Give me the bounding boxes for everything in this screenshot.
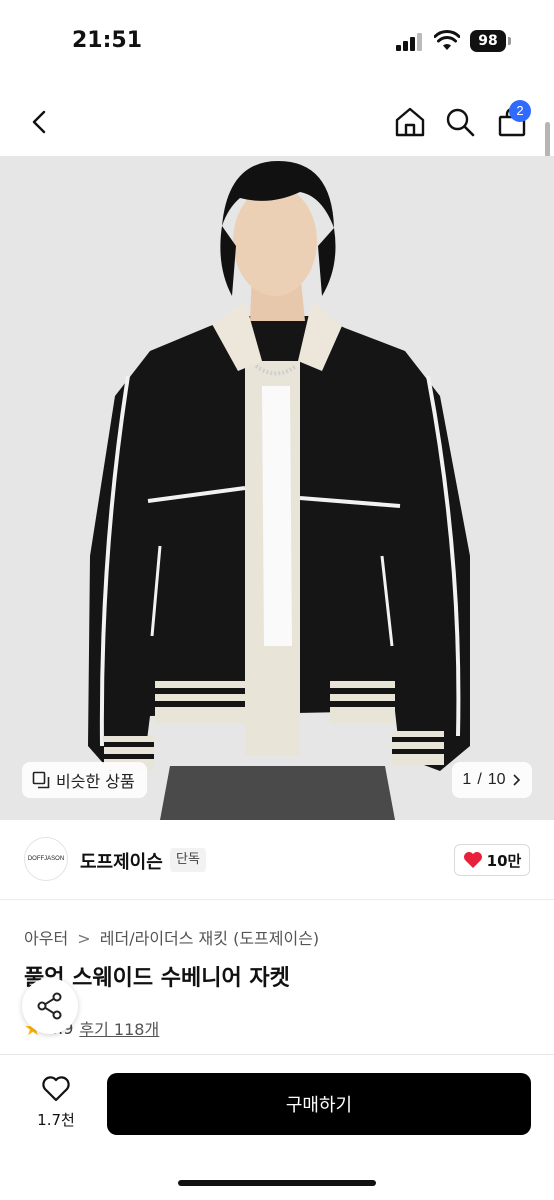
image-page-counter[interactable]: 1 / 10 — [452, 762, 532, 798]
search-button[interactable] — [438, 100, 482, 144]
reviews-link[interactable]: 후기 118개 — [79, 1016, 159, 1040]
similar-products-button[interactable]: 비슷한 상품 — [22, 762, 147, 798]
chevron-left-icon — [32, 110, 46, 134]
battery-tip — [508, 37, 511, 45]
share-icon — [37, 992, 62, 1020]
chevron-right-icon — [513, 774, 520, 786]
page-total: 10 — [487, 771, 506, 788]
status-time: 21:51 — [72, 28, 143, 53]
bottom-action-bar: 1.7천 구매하기 — [0, 1055, 554, 1200]
home-button[interactable] — [388, 100, 432, 144]
wifi-icon — [434, 30, 460, 50]
search-icon — [446, 108, 475, 137]
home-indicator — [178, 1180, 376, 1186]
product-image[interactable]: 비슷한 상품 1 / 10 — [0, 156, 554, 820]
breadcrumb-subcategory[interactable]: 레더/라이더스 재킷 (도프제이슨) — [100, 929, 319, 948]
cart-count-badge: 2 — [509, 100, 531, 122]
top-nav — [0, 90, 554, 156]
battery-indicator: 98 — [470, 30, 506, 52]
wishlist-count: 1.7천 — [37, 1111, 75, 1129]
signal-icon — [396, 33, 424, 51]
home-icon — [395, 107, 425, 137]
brand-like-count: 10만 — [486, 851, 522, 870]
similar-products-label: 비슷한 상품 — [56, 772, 135, 791]
page-current: 1 — [462, 771, 472, 788]
breadcrumb-separator: > — [77, 929, 91, 948]
breadcrumb: 아우터 > 레더/라이더스 재킷 (도프제이슨) — [24, 925, 319, 949]
share-button[interactable] — [22, 978, 78, 1034]
buy-button[interactable]: 구매하기 — [107, 1073, 531, 1135]
back-button[interactable] — [18, 100, 62, 144]
exclusive-badge: 단독 — [170, 848, 206, 872]
heart-outline-icon — [42, 1076, 70, 1102]
status-bar: 21:51 98 — [0, 0, 554, 90]
breadcrumb-category[interactable]: 아우터 — [24, 929, 68, 948]
similar-items-icon — [32, 771, 50, 789]
brand-name[interactable]: 도프제이슨 — [80, 848, 163, 874]
brand-like-button[interactable]: 10만 — [454, 844, 530, 876]
brand-logo[interactable]: DOFFJASON — [24, 837, 68, 881]
page-separator: / — [477, 771, 482, 788]
heart-filled-icon — [463, 852, 482, 868]
brand-row: DOFFJASON 도프제이슨 단독 10만 — [0, 820, 554, 900]
product-photo — [0, 156, 554, 820]
brand-logo-text: DOFFJASON — [27, 856, 65, 862]
wishlist-button[interactable]: 1.7천 — [24, 1075, 88, 1135]
